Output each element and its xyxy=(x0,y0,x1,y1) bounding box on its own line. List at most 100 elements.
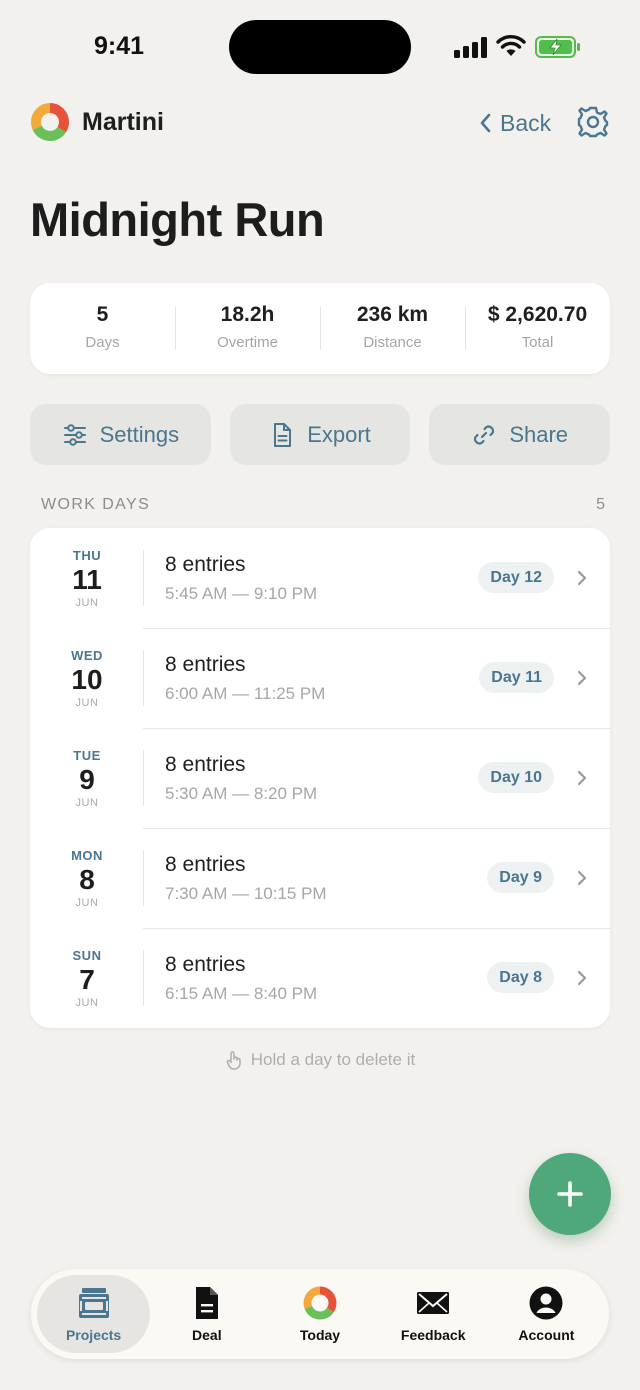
date-block: MON 8 JUN xyxy=(30,828,144,928)
export-button[interactable]: Export xyxy=(229,404,411,465)
date-block: TUE 9 JUN xyxy=(30,728,144,828)
wifi-icon xyxy=(496,35,526,56)
month: JUN xyxy=(75,596,99,609)
month: JUN xyxy=(75,796,99,809)
tab-deal[interactable]: Deal xyxy=(150,1275,263,1353)
time-range: 6:15 AM — 8:40 PM xyxy=(165,984,318,1003)
settings-label: Settings xyxy=(99,421,180,447)
stat-label: Total xyxy=(521,333,554,351)
tab-label: Account xyxy=(518,1327,575,1343)
stat-value: $ 2,620.70 xyxy=(487,302,588,326)
brand-name: Martini xyxy=(82,108,164,136)
stat-value: 5 xyxy=(96,302,109,326)
tab-bar: Projects Deal Today Feedback Account xyxy=(31,1269,609,1359)
hint-text: Hold a day to delete it xyxy=(250,1050,416,1069)
section-header: WORK DAYS 5 xyxy=(41,496,605,514)
tab-account[interactable]: Account xyxy=(490,1275,603,1353)
time-range: 6:00 AM — 11:25 PM xyxy=(165,684,326,703)
section-title: WORK DAYS xyxy=(41,496,151,513)
tab-label: Projects xyxy=(65,1327,122,1343)
month: JUN xyxy=(75,996,99,1009)
export-label: Export xyxy=(307,421,371,447)
day-badge: Day 11 xyxy=(479,662,554,693)
status-bar: 9:41 xyxy=(0,0,640,96)
day-number: 8 xyxy=(79,863,95,895)
action-buttons: Settings Export Share xyxy=(30,404,611,465)
stat-label: Overtime xyxy=(217,333,278,351)
day-badge: Day 9 xyxy=(487,862,554,893)
chevron-right-icon xyxy=(577,970,587,986)
settings-button[interactable]: Settings xyxy=(30,404,211,465)
tab-feedback[interactable]: Feedback xyxy=(377,1275,490,1353)
weekday: MON xyxy=(71,847,103,863)
document-icon xyxy=(274,422,292,447)
stat-label: Days xyxy=(85,333,120,351)
martini-logo-icon xyxy=(303,1286,337,1320)
divider xyxy=(143,550,144,606)
date-block: WED 10 JUN xyxy=(30,628,144,728)
entries-count: 8 entries xyxy=(165,553,246,576)
work-days-list: THU 11 JUN 8 entries 5:45 AM — 9:10 PM D… xyxy=(30,528,610,1028)
stat-value: 236 km xyxy=(356,302,429,326)
entries-count: 8 entries xyxy=(165,953,246,976)
time-range: 7:30 AM — 10:15 PM xyxy=(165,884,327,903)
time-range: 5:45 AM — 9:10 PM xyxy=(165,584,318,603)
stat-distance: 236 km Distance xyxy=(320,283,465,374)
time-range: 5:30 AM — 8:20 PM xyxy=(165,784,318,803)
sliders-icon xyxy=(63,423,86,446)
day-badge: Day 8 xyxy=(487,962,554,993)
date-block: SUN 7 JUN xyxy=(30,928,144,1028)
entries-count: 8 entries xyxy=(165,853,246,876)
date-block: THU 11 JUN xyxy=(30,528,144,628)
share-button[interactable]: Share xyxy=(429,404,611,465)
share-label: Share xyxy=(509,421,569,447)
tab-label: Deal xyxy=(192,1327,222,1343)
chevron-left-icon xyxy=(480,113,491,133)
battery-charging-icon xyxy=(535,36,580,58)
divider xyxy=(143,950,144,1006)
envelope-icon xyxy=(417,1292,450,1314)
day-badge: Day 10 xyxy=(478,762,554,793)
delete-hint: Hold a day to delete it xyxy=(0,1050,640,1070)
hand-pointer-icon xyxy=(226,1051,241,1070)
day-number: 10 xyxy=(71,663,103,695)
weekday: SUN xyxy=(72,947,102,963)
stat-overtime: 18.2h Overtime xyxy=(175,283,320,374)
chevron-right-icon xyxy=(577,570,587,586)
film-icon xyxy=(78,1288,109,1318)
martini-logo-icon xyxy=(31,103,69,141)
gear-icon[interactable] xyxy=(576,105,610,139)
tab-projects[interactable]: Projects xyxy=(37,1275,151,1353)
tab-label: Feedback xyxy=(400,1327,466,1343)
day-row[interactable]: TUE 9 JUN 8 entries 5:30 AM — 8:20 PM Da… xyxy=(30,728,610,828)
status-time: 9:41 xyxy=(94,32,145,60)
document-filled-icon xyxy=(195,1287,218,1319)
weekday: THU xyxy=(72,547,102,563)
stat-label: Distance xyxy=(363,333,422,351)
day-row[interactable]: SUN 7 JUN 8 entries 6:15 AM — 8:40 PM Da… xyxy=(30,928,610,1028)
day-row[interactable]: WED 10 JUN 8 entries 6:00 AM — 11:25 PM … xyxy=(30,628,610,728)
section-count: 5 xyxy=(596,496,605,513)
back-button[interactable]: Back xyxy=(478,106,551,140)
cellular-signal-icon xyxy=(454,36,488,58)
divider xyxy=(143,750,144,806)
day-badge: Day 12 xyxy=(478,562,554,593)
plus-icon xyxy=(557,1181,583,1207)
day-row[interactable]: MON 8 JUN 8 entries 7:30 AM — 10:15 PM D… xyxy=(30,828,610,928)
stat-total: $ 2,620.70 Total xyxy=(465,283,610,374)
person-circle-icon xyxy=(529,1286,563,1320)
chevron-right-icon xyxy=(577,670,587,686)
day-number: 7 xyxy=(79,963,95,995)
page-title: Midnight Run xyxy=(30,193,325,246)
app-header: Martini Back xyxy=(0,100,640,146)
day-row[interactable]: THU 11 JUN 8 entries 5:45 AM — 9:10 PM D… xyxy=(30,528,610,628)
stat-days: 5 Days xyxy=(30,283,175,374)
link-icon xyxy=(474,424,495,445)
tab-today[interactable]: Today xyxy=(263,1275,376,1353)
entries-count: 8 entries xyxy=(165,653,246,676)
month: JUN xyxy=(75,696,99,709)
back-label: Back xyxy=(500,109,552,136)
entries-count: 8 entries xyxy=(165,753,246,776)
add-day-button[interactable] xyxy=(529,1153,611,1235)
day-number: 11 xyxy=(72,563,102,595)
